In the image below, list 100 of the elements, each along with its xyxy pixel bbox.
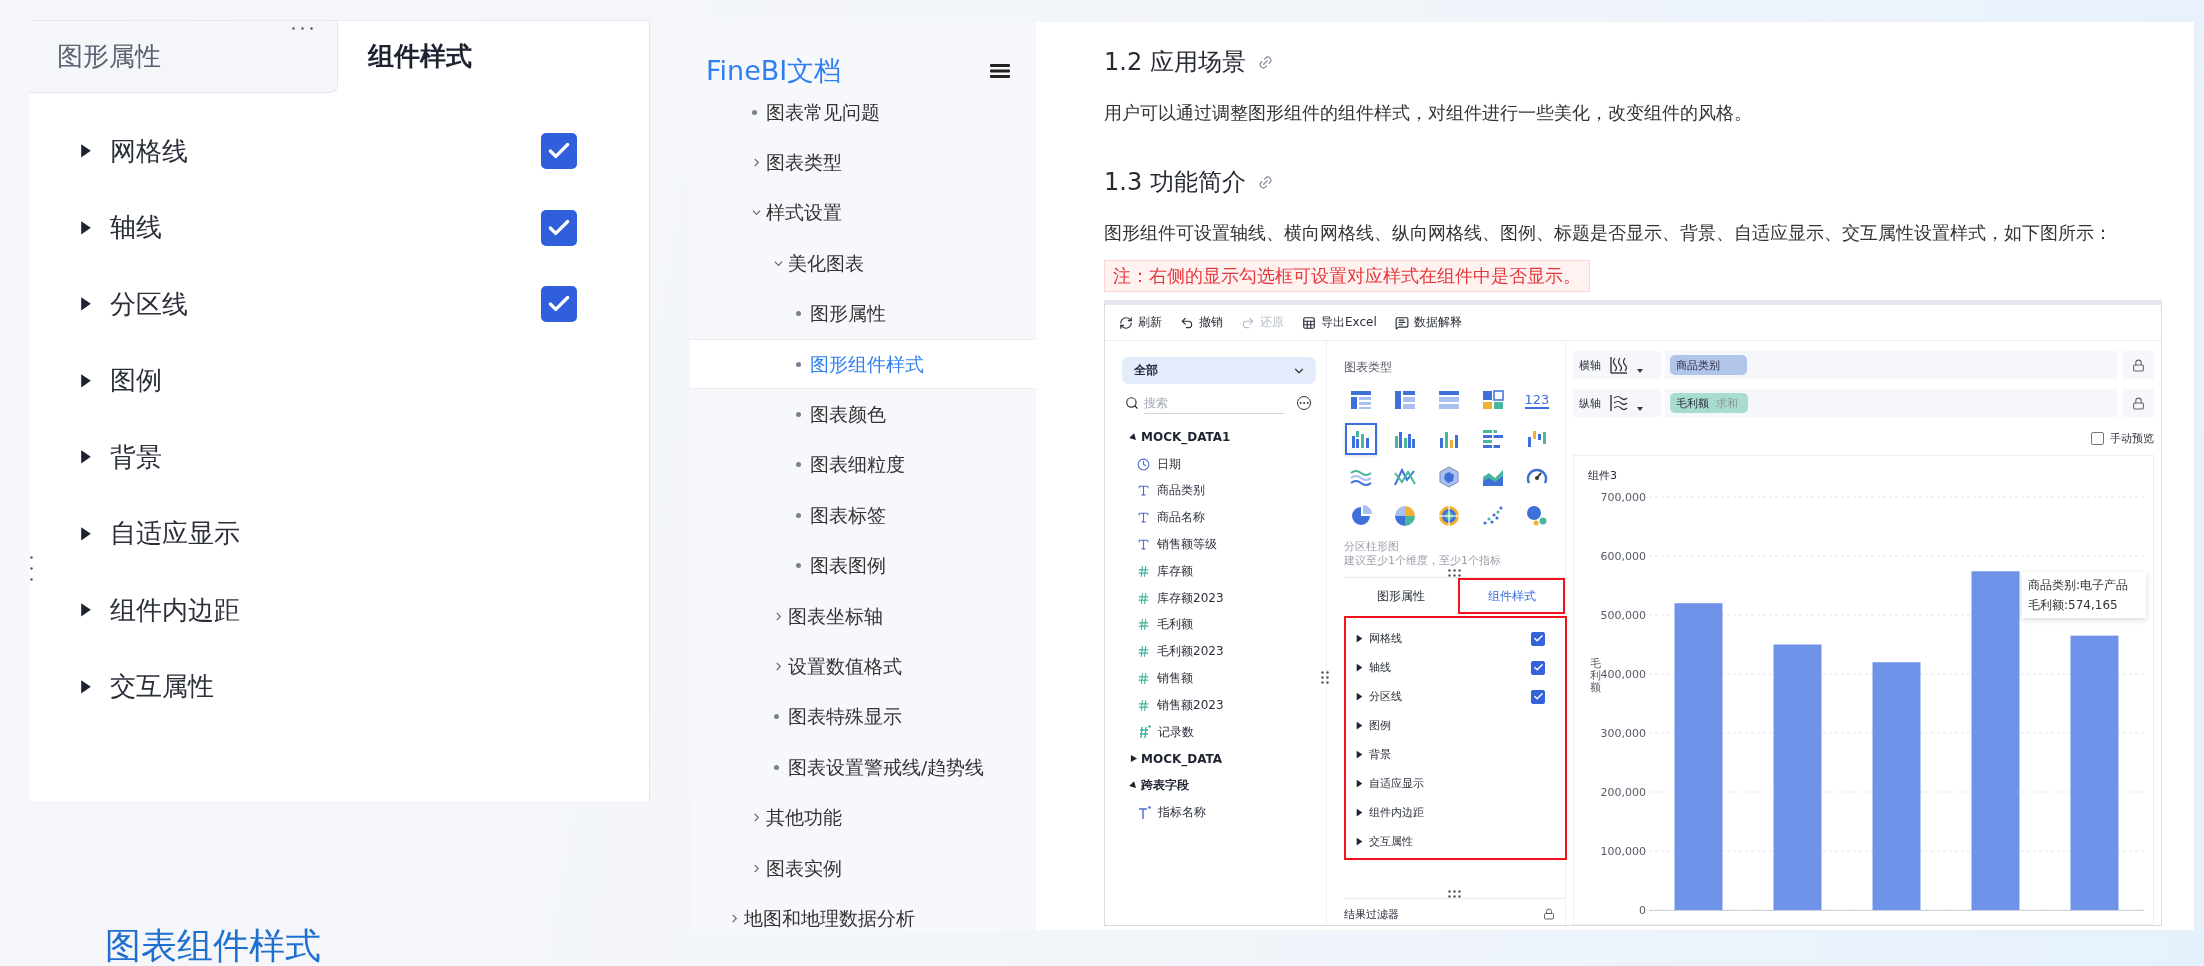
style-option-label[interactable]: 背景: [110, 439, 577, 475]
nav-item[interactable]: 图表常见问题: [690, 87, 1036, 138]
lock-icon[interactable]: [1543, 908, 1555, 920]
caret-icon[interactable]: [1637, 407, 1643, 411]
caret-icon: [80, 678, 92, 695]
nav-item[interactable]: 图表颜色: [690, 389, 1036, 440]
axis-wave-icon: [1609, 355, 1629, 375]
scope-dropdown[interactable]: 全部: [1122, 357, 1316, 384]
chart-type-button[interactable]: [1345, 422, 1377, 455]
nav-item[interactable]: 图表标签: [690, 490, 1036, 541]
nav-item[interactable]: 图表特殊显示: [690, 691, 1036, 743]
nav-item[interactable]: 图表细粒度: [690, 439, 1036, 491]
tab[interactable]: 组件样式: [1458, 578, 1565, 614]
field-item[interactable]: 记录数: [1122, 718, 1316, 746]
caret-icon: [1356, 691, 1363, 702]
style-option-label[interactable]: 分区线: [110, 286, 541, 322]
checkbox[interactable]: [541, 286, 577, 323]
style-option-label[interactable]: 网格线: [110, 133, 541, 169]
field-item[interactable]: 库存额: [1122, 558, 1316, 585]
caret-icon[interactable]: [1637, 369, 1643, 373]
toolbar-button[interactable]: 撤销: [1180, 314, 1223, 331]
hash-icon: [1137, 645, 1150, 659]
field-item[interactable]: 毛利额: [1122, 611, 1316, 639]
style-option-label[interactable]: 组件内边距: [1369, 805, 1545, 820]
caret-icon: [80, 296, 92, 313]
field-item[interactable]: 商品名称: [1122, 504, 1316, 532]
lock-icon[interactable]: [2131, 396, 2145, 410]
axis-tick-label: 300,000: [1600, 726, 1646, 740]
style-option-label[interactable]: 分区线: [1369, 689, 1531, 704]
style-option-label[interactable]: 交互属性: [110, 669, 577, 705]
nav-item[interactable]: 图表坐标轴: [690, 590, 1036, 642]
nav-item[interactable]: 图表实例: [690, 842, 1036, 894]
panel-title: 图表类型: [1344, 359, 1393, 376]
nav-item[interactable]: 设置数值格式: [690, 641, 1036, 692]
style-option-label[interactable]: 自适应显示: [110, 516, 577, 552]
bullet-icon: [796, 563, 801, 569]
style-option-label[interactable]: 网格线: [1369, 631, 1531, 646]
style-option-label[interactable]: 自适应显示: [1369, 776, 1545, 791]
refresh-icon: [1119, 315, 1133, 330]
redo-icon: [1241, 315, 1255, 330]
field-item[interactable]: 库存额2023: [1122, 584, 1316, 612]
hash-icon: [1137, 618, 1150, 632]
bullet-icon: [796, 462, 801, 468]
nav-item[interactable]: 样式设置: [690, 187, 1036, 239]
field-pill[interactable]: 商品类别: [1670, 355, 1747, 375]
nav-item[interactable]: 美化图表: [690, 238, 1036, 289]
style-option-label[interactable]: 交互属性: [1369, 834, 1545, 849]
field-item[interactable]: 商品类别: [1122, 477, 1316, 505]
style-option-label[interactable]: 图例: [1369, 718, 1545, 733]
nav-item[interactable]: 其他功能: [690, 792, 1036, 843]
field-item[interactable]: 毛利额2023: [1122, 638, 1316, 666]
field-pill[interactable]: 毛利额 求和: [1670, 393, 1748, 413]
nav-item[interactable]: 图表设置警戒线/趋势线: [690, 742, 1036, 793]
logo-text[interactable]: FineBI文档: [706, 52, 842, 89]
checkbox[interactable]: [1531, 660, 1545, 675]
chart-type-button[interactable]: 123: [1521, 384, 1553, 417]
chart-tooltip: 商品类别:电子产品 毛利额:574,165: [2022, 572, 2146, 618]
style-option-label[interactable]: 组件内边距: [110, 592, 577, 628]
field-item[interactable]: 销售额等级: [1122, 531, 1316, 558]
clock-icon: [1137, 457, 1150, 471]
checkbox[interactable]: [541, 209, 577, 246]
field-item[interactable]: 指标名称: [1122, 799, 1316, 826]
checkbox[interactable]: [541, 133, 577, 170]
check-icon: [1532, 691, 1544, 702]
style-option-label[interactable]: 图例: [110, 363, 577, 399]
tab[interactable]: 图形属性: [1344, 578, 1458, 614]
checkbox[interactable]: [1531, 631, 1545, 646]
axis-tick-label: 700,000: [1600, 490, 1646, 504]
nav-item[interactable]: 图表类型: [690, 137, 1036, 188]
caret-icon: [1356, 749, 1363, 760]
style-option-label[interactable]: 轴线: [110, 210, 541, 246]
nav-item[interactable]: 图形组件样式: [690, 338, 1036, 390]
tree-group[interactable]: MOCK_DATA: [1122, 745, 1316, 773]
drag-handle-icon: [1447, 568, 1462, 577]
hash-icon: [1137, 591, 1150, 605]
toolbar-button[interactable]: 刷新: [1119, 314, 1162, 331]
search-field[interactable]: 搜索: [1144, 392, 1284, 414]
nav-item[interactable]: 图表图例: [690, 540, 1036, 591]
tab[interactable]: 图形属性: [30, 21, 338, 93]
caret-icon: [80, 602, 92, 619]
toolbar-button[interactable]: 导出Excel: [1302, 314, 1377, 331]
undo-icon: [1180, 315, 1194, 330]
field-item[interactable]: 销售额2023: [1122, 691, 1316, 719]
nav-item[interactable]: 图形属性: [690, 288, 1036, 339]
field-item[interactable]: 销售额: [1122, 665, 1316, 692]
tree-group[interactable]: 跨表字段: [1122, 772, 1316, 800]
field-item[interactable]: 日期: [1122, 450, 1316, 478]
hash-icon: [1137, 564, 1150, 578]
checkbox[interactable]: [1531, 689, 1545, 704]
tree-group[interactable]: MOCK_DATA1: [1122, 424, 1316, 451]
nav-item[interactable]: 地图和地理数据分析: [690, 893, 1036, 930]
toolbar-button[interactable]: 数据解释: [1394, 314, 1462, 331]
type-icon: [1137, 484, 1150, 498]
check-icon: [1532, 633, 1544, 644]
lock-icon[interactable]: [2131, 358, 2145, 372]
menu-icon[interactable]: [990, 62, 1010, 79]
manual-preview-checkbox[interactable]: 手动预览: [2091, 431, 2154, 446]
style-option-label[interactable]: 轴线: [1369, 660, 1531, 675]
style-option-label[interactable]: 背景: [1369, 747, 1545, 762]
paragraph: 图形组件可设置轴线、横向网格线、纵向网格线、图例、标题是否显示、背景、自适应显示、交互属性设置样式，如下图所示：: [1104, 221, 2113, 245]
